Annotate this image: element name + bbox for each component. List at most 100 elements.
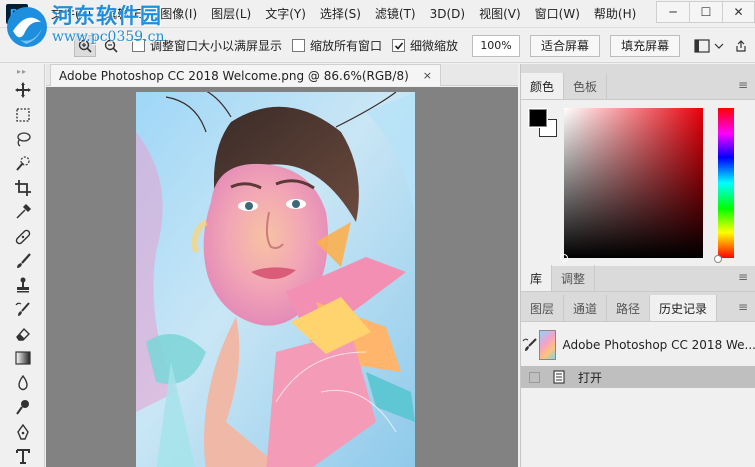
gradient-tool-icon: [14, 351, 31, 366]
pen-tool[interactable]: [0, 419, 45, 443]
scrubby-zoom-option[interactable]: 细微缩放: [392, 37, 458, 54]
document-icon: [553, 370, 565, 384]
resize-windows-checkbox[interactable]: [132, 39, 145, 52]
healing-brush-icon: [15, 229, 30, 244]
quick-select-tool[interactable]: [0, 151, 45, 175]
crop-tool[interactable]: [0, 176, 45, 200]
share-icon[interactable]: [734, 39, 748, 53]
options-bar: 调整窗口大小以满屏显示 缩放所有窗口 细微缩放 100% 适合屏幕 填充屏幕: [0, 29, 755, 63]
history-brush-tool[interactable]: [0, 298, 45, 322]
tab-libraries[interactable]: 库: [521, 265, 553, 291]
menu-help[interactable]: 帮助(H): [587, 0, 643, 28]
close-button[interactable]: ✕: [722, 1, 755, 23]
right-panel-dock: 颜色 色板 ≡ 库 调整 ≡ 图层 通道 路径 历史记录 ≡ Adobe Pho…: [520, 64, 755, 467]
marquee-tool[interactable]: [0, 102, 45, 126]
resize-windows-option[interactable]: 调整窗口大小以满屏显示: [132, 37, 282, 54]
layers-panel-tabs: 图层 通道 路径 历史记录 ≡: [521, 295, 755, 322]
zoom-all-checkbox[interactable]: [292, 39, 306, 52]
minimize-button[interactable]: ─: [656, 1, 689, 23]
gradient-tool[interactable]: [0, 346, 45, 370]
zoom-all-option[interactable]: 缩放所有窗口: [292, 37, 382, 54]
tab-adjustments[interactable]: 调整: [552, 265, 596, 291]
library-panel-menu-icon[interactable]: ≡: [738, 271, 748, 283]
document-tab[interactable]: Adobe Photoshop CC 2018 Welcome.png @ 86…: [50, 64, 441, 86]
zoom-out-button[interactable]: [100, 35, 122, 57]
history-source-brush-icon[interactable]: [521, 337, 539, 353]
history-panel: Adobe Photoshop CC 2018 We... 打开: [521, 322, 755, 467]
history-state-open[interactable]: 打开: [521, 366, 755, 388]
lasso-tool-icon: [16, 132, 31, 147]
chevron-down-icon[interactable]: [714, 42, 724, 50]
history-snapshot[interactable]: Adobe Photoshop CC 2018 We...: [521, 326, 755, 364]
color-saturation-field[interactable]: [560, 108, 703, 262]
resize-windows-label: 调整窗口大小以满屏显示: [150, 39, 283, 53]
move-tool[interactable]: [0, 78, 45, 102]
menu-3d[interactable]: 3D(D): [423, 0, 472, 28]
tab-swatches[interactable]: 色板: [564, 73, 608, 99]
document-tab-bar: Adobe Photoshop CC 2018 Welcome.png @ 86…: [46, 64, 518, 86]
menu-bar: Ps 文件(F) 编辑(E) 图像(I) 图层(L) 文字(Y) 选择(S) 滤…: [0, 0, 755, 28]
canvas-area[interactable]: [46, 87, 518, 467]
scrubby-zoom-checkbox[interactable]: [392, 39, 406, 52]
zoom-in-button[interactable]: [74, 34, 96, 57]
window-controls: ─ ☐ ✕: [656, 0, 755, 24]
menu-select[interactable]: 选择(S): [313, 0, 368, 28]
brush-tool[interactable]: [0, 249, 45, 273]
menu-edit[interactable]: 编辑(E): [98, 0, 153, 28]
snapshot-thumbnail: [539, 330, 557, 360]
dodge-tool-icon: [15, 400, 29, 415]
tab-history[interactable]: 历史记录: [650, 295, 718, 321]
history-state-label: 打开: [578, 370, 603, 385]
scrubby-zoom-label: 细微缩放: [410, 39, 459, 53]
type-tool-icon: [15, 449, 30, 465]
zoom-out-icon: [104, 39, 118, 53]
quick-select-tool-icon: [15, 156, 30, 172]
menu-filter[interactable]: 滤镜(T): [368, 0, 423, 28]
foreground-color-swatch[interactable]: [528, 108, 548, 128]
artwork-image[interactable]: [136, 92, 415, 467]
healing-brush-tool[interactable]: [0, 224, 45, 248]
menu-type[interactable]: 文字(Y): [258, 0, 313, 28]
menu-image[interactable]: 图像(I): [153, 0, 204, 28]
zoom-in-icon: [78, 39, 92, 53]
dodge-tool[interactable]: [0, 395, 45, 419]
zoom-percent-field[interactable]: 100%: [472, 34, 521, 57]
menu-view[interactable]: 视图(V): [472, 0, 528, 28]
tab-paths[interactable]: 路径: [607, 295, 651, 321]
color-picker-marker[interactable]: [560, 254, 568, 262]
close-document-icon[interactable]: ×: [423, 69, 432, 82]
tab-color[interactable]: 颜色: [521, 73, 565, 99]
type-tool[interactable]: [0, 444, 45, 467]
document-tab-title: Adobe Photoshop CC 2018 Welcome.png @ 86…: [59, 68, 409, 83]
toolbar-grip[interactable]: ▸▸: [0, 64, 44, 78]
menu-file[interactable]: 文件(F): [44, 0, 98, 28]
tab-layers[interactable]: 图层: [521, 295, 565, 321]
workspace-controls: [694, 38, 748, 53]
menu-window[interactable]: 窗口(W): [528, 0, 587, 28]
zoom-all-label: 缩放所有窗口: [310, 39, 383, 53]
tab-channels[interactable]: 通道: [564, 295, 608, 321]
lasso-tool[interactable]: [0, 127, 45, 151]
eyedropper-tool[interactable]: [0, 200, 45, 224]
fg-bg-swatches: [528, 108, 559, 139]
menu-layer[interactable]: 图层(L): [204, 0, 258, 28]
library-panel-tabs: 库 调整 ≡: [521, 265, 755, 292]
maximize-button[interactable]: ☐: [689, 1, 722, 23]
eraser-tool-icon: [15, 328, 30, 341]
history-source-checkbox[interactable]: [529, 371, 540, 383]
eraser-tool[interactable]: [0, 322, 45, 346]
hue-slider[interactable]: [714, 108, 734, 263]
fill-screen-button[interactable]: 填充屏幕: [610, 34, 681, 57]
crop-tool-icon: [14, 179, 31, 196]
history-panel-menu-icon[interactable]: ≡: [738, 301, 748, 313]
screen-mode-icon[interactable]: [694, 38, 710, 53]
pen-tool-icon: [16, 423, 29, 440]
color-panel-menu-icon[interactable]: ≡: [738, 79, 748, 91]
blur-tool[interactable]: [0, 371, 45, 395]
snapshot-label: Adobe Photoshop CC 2018 We...: [562, 338, 755, 352]
hue-slider-handle[interactable]: [714, 255, 722, 263]
fit-screen-button[interactable]: 适合屏幕: [530, 34, 601, 57]
history-brush-icon: [15, 302, 30, 316]
photoshop-window: Ps 文件(F) 编辑(E) 图像(I) 图层(L) 文字(Y) 选择(S) 滤…: [0, 0, 755, 467]
clone-stamp-tool[interactable]: [0, 273, 45, 297]
